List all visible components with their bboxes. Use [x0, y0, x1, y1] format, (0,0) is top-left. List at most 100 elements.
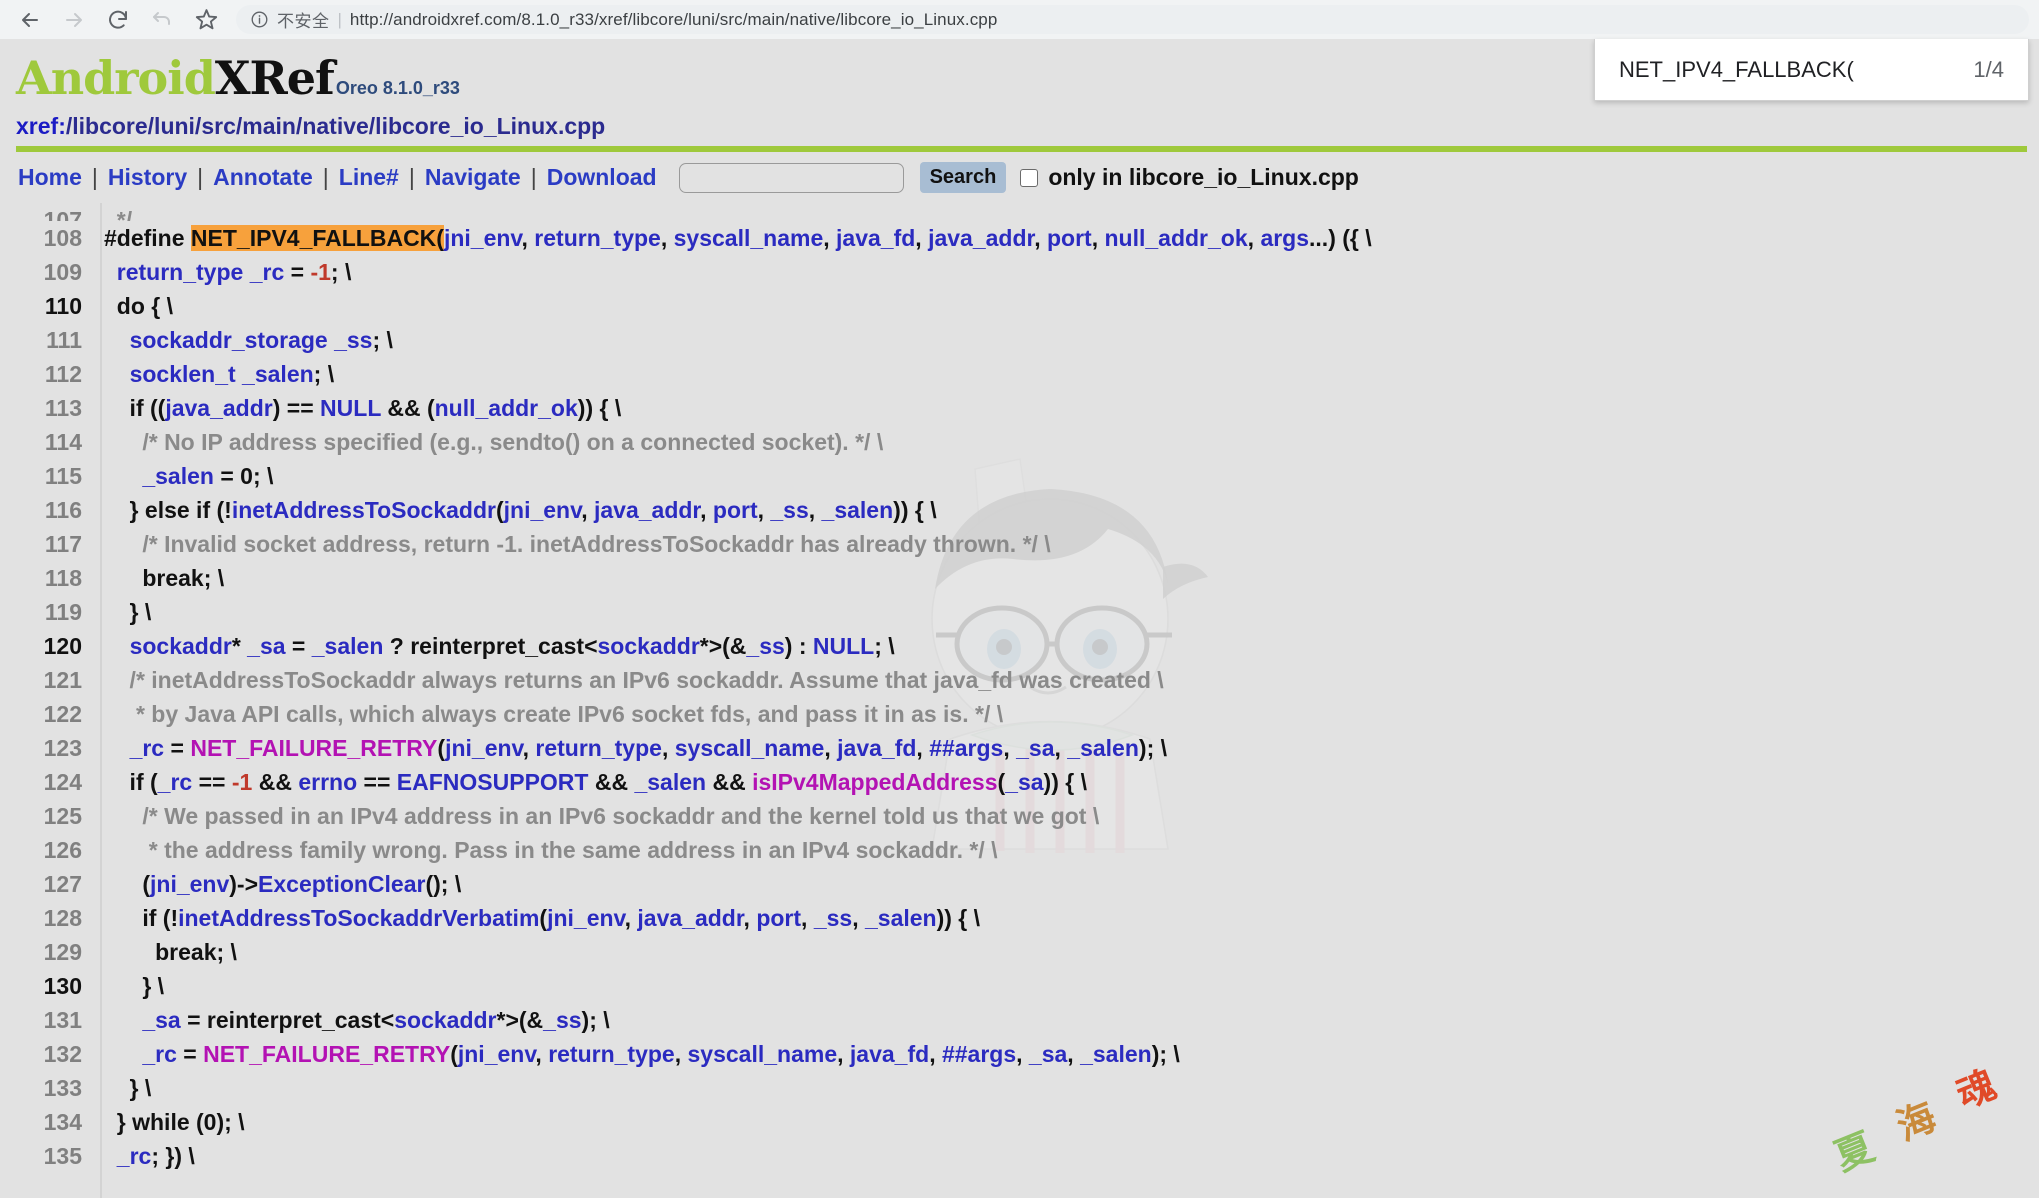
line-number[interactable]: 116 — [0, 493, 82, 527]
nav-item-home[interactable]: Home — [16, 164, 92, 191]
code-token: && ( — [381, 395, 435, 421]
nav-item-navigate[interactable]: Navigate — [415, 164, 531, 191]
code-line: 129 break; \ — [0, 935, 2039, 969]
line-number[interactable]: 127 — [0, 867, 82, 901]
code-line: 107 */ — [0, 203, 2039, 221]
code-token: isIPv4MappedAddress — [752, 769, 997, 795]
line-number[interactable]: 134 — [0, 1105, 82, 1139]
code-token: port — [756, 905, 801, 931]
line-number[interactable]: 131 — [0, 1003, 82, 1037]
reload-button[interactable] — [98, 3, 138, 37]
code-token: , — [929, 1041, 942, 1067]
code-token: NET_FAILURE_RETRY — [203, 1041, 450, 1067]
code-token: * by Java API calls, which always create… — [104, 701, 1003, 727]
code-token: ( — [496, 497, 504, 523]
nav-item-history[interactable]: History — [98, 164, 197, 191]
line-number[interactable]: 133 — [0, 1071, 82, 1105]
line-number[interactable]: 135 — [0, 1139, 82, 1173]
code-token — [104, 463, 142, 489]
line-number[interactable]: 126 — [0, 833, 82, 867]
line-number[interactable]: 109 — [0, 255, 82, 289]
code-token: /* No IP address specified (e.g., sendto… — [104, 429, 883, 455]
bookmark-button[interactable] — [186, 3, 226, 37]
line-number[interactable]: 125 — [0, 799, 82, 833]
line-number[interactable]: 120 — [0, 629, 82, 663]
nav-item-line-number[interactable]: Line# — [329, 164, 409, 191]
code-token: && — [588, 769, 634, 795]
line-number[interactable]: 130 — [0, 969, 82, 1003]
code-token: java_fd — [836, 225, 915, 251]
code-token — [104, 1041, 142, 1067]
code-token: _salen — [822, 497, 894, 523]
url-text[interactable]: http://androidxref.com/8.1.0_r33/xref/li… — [350, 10, 997, 30]
security-status-label[interactable]: 不安全 — [277, 7, 330, 32]
code-token: _rc — [117, 1143, 152, 1169]
line-number[interactable]: 108 — [0, 221, 82, 255]
code-token: java_addr — [165, 395, 272, 421]
logo-android-text: Android — [16, 51, 215, 105]
line-number[interactable]: 124 — [0, 765, 82, 799]
line-number[interactable]: 117 — [0, 527, 82, 561]
code-token: _rc — [158, 769, 193, 795]
line-number[interactable]: 119 — [0, 595, 82, 629]
code-token: , — [916, 735, 929, 761]
search-button[interactable]: Search — [920, 162, 1007, 193]
source-code-viewer[interactable]: 107 */108#define NET_IPV4_FALLBACK(jni_e… — [0, 203, 2039, 1198]
line-number[interactable]: 114 — [0, 425, 82, 459]
code-token: = — [177, 1041, 203, 1067]
code-token: , — [823, 225, 836, 251]
info-circle-icon[interactable] — [250, 10, 269, 29]
line-number[interactable]: 110 — [0, 289, 82, 323]
code-token: ( — [539, 905, 547, 931]
line-number[interactable]: 132 — [0, 1037, 82, 1071]
code-token: -1 — [232, 769, 252, 795]
code-token: , — [1003, 735, 1016, 761]
find-query-input[interactable]: NET_IPV4_FALLBACK( — [1619, 57, 1973, 83]
home-button[interactable] — [142, 3, 182, 37]
code-token: _salen — [865, 905, 937, 931]
code-token: && — [252, 769, 298, 795]
line-number[interactable]: 122 — [0, 697, 82, 731]
address-bar[interactable]: 不安全 | http://androidxref.com/8.1.0_r33/x… — [236, 5, 2029, 34]
code-token: port — [1047, 225, 1092, 251]
code-token: ( — [450, 1041, 458, 1067]
code-token — [104, 1143, 117, 1169]
line-number[interactable]: 115 — [0, 459, 82, 493]
line-number[interactable]: 129 — [0, 935, 82, 969]
code-token: * — [232, 633, 247, 659]
code-token: = — [284, 259, 310, 285]
only-in-file-checkbox[interactable] — [1020, 169, 1038, 187]
code-token — [104, 735, 130, 761]
code-token: ( — [437, 735, 445, 761]
line-number[interactable]: 118 — [0, 561, 82, 595]
code-token: ##args — [929, 735, 1003, 761]
line-number[interactable]: 113 — [0, 391, 82, 425]
code-token: = reinterpret_cast< — [181, 1007, 395, 1033]
line-number[interactable]: 107 — [0, 203, 82, 221]
line-number[interactable]: 128 — [0, 901, 82, 935]
code-token: , — [523, 735, 536, 761]
find-in-page-bar[interactable]: NET_IPV4_FALLBACK( 1/4 — [1594, 39, 2029, 101]
line-number[interactable]: 111 — [0, 323, 82, 357]
nav-item-annotate[interactable]: Annotate — [203, 164, 323, 191]
search-input[interactable] — [679, 163, 904, 193]
nav-item-download[interactable]: Download — [537, 164, 667, 191]
code-token: , — [744, 905, 757, 931]
code-token: ...) ({ \ — [1309, 225, 1372, 251]
code-token: jni_env — [504, 497, 582, 523]
code-token: null_addr_ok — [435, 395, 578, 421]
line-number[interactable]: 123 — [0, 731, 82, 765]
code-token: ); \ — [1152, 1041, 1180, 1067]
forward-button[interactable] — [54, 3, 94, 37]
code-token: ); \ — [582, 1007, 610, 1033]
line-number[interactable]: 121 — [0, 663, 82, 697]
code-line: 121 /* inetAddressToSockaddr always retu… — [0, 663, 2039, 697]
code-token: break; \ — [104, 939, 237, 965]
back-button[interactable] — [10, 3, 50, 37]
arrow-right-icon — [62, 8, 86, 32]
code-token: /* inetAddressToSockaddr always returns … — [104, 667, 1164, 693]
line-number[interactable]: 112 — [0, 357, 82, 391]
code-line: 109 return_type _rc = -1; \ — [0, 255, 2039, 289]
code-token: )) { \ — [578, 395, 621, 421]
breadcrumb-path[interactable]: /libcore/luni/src/main/native/libcore_io… — [66, 113, 605, 139]
